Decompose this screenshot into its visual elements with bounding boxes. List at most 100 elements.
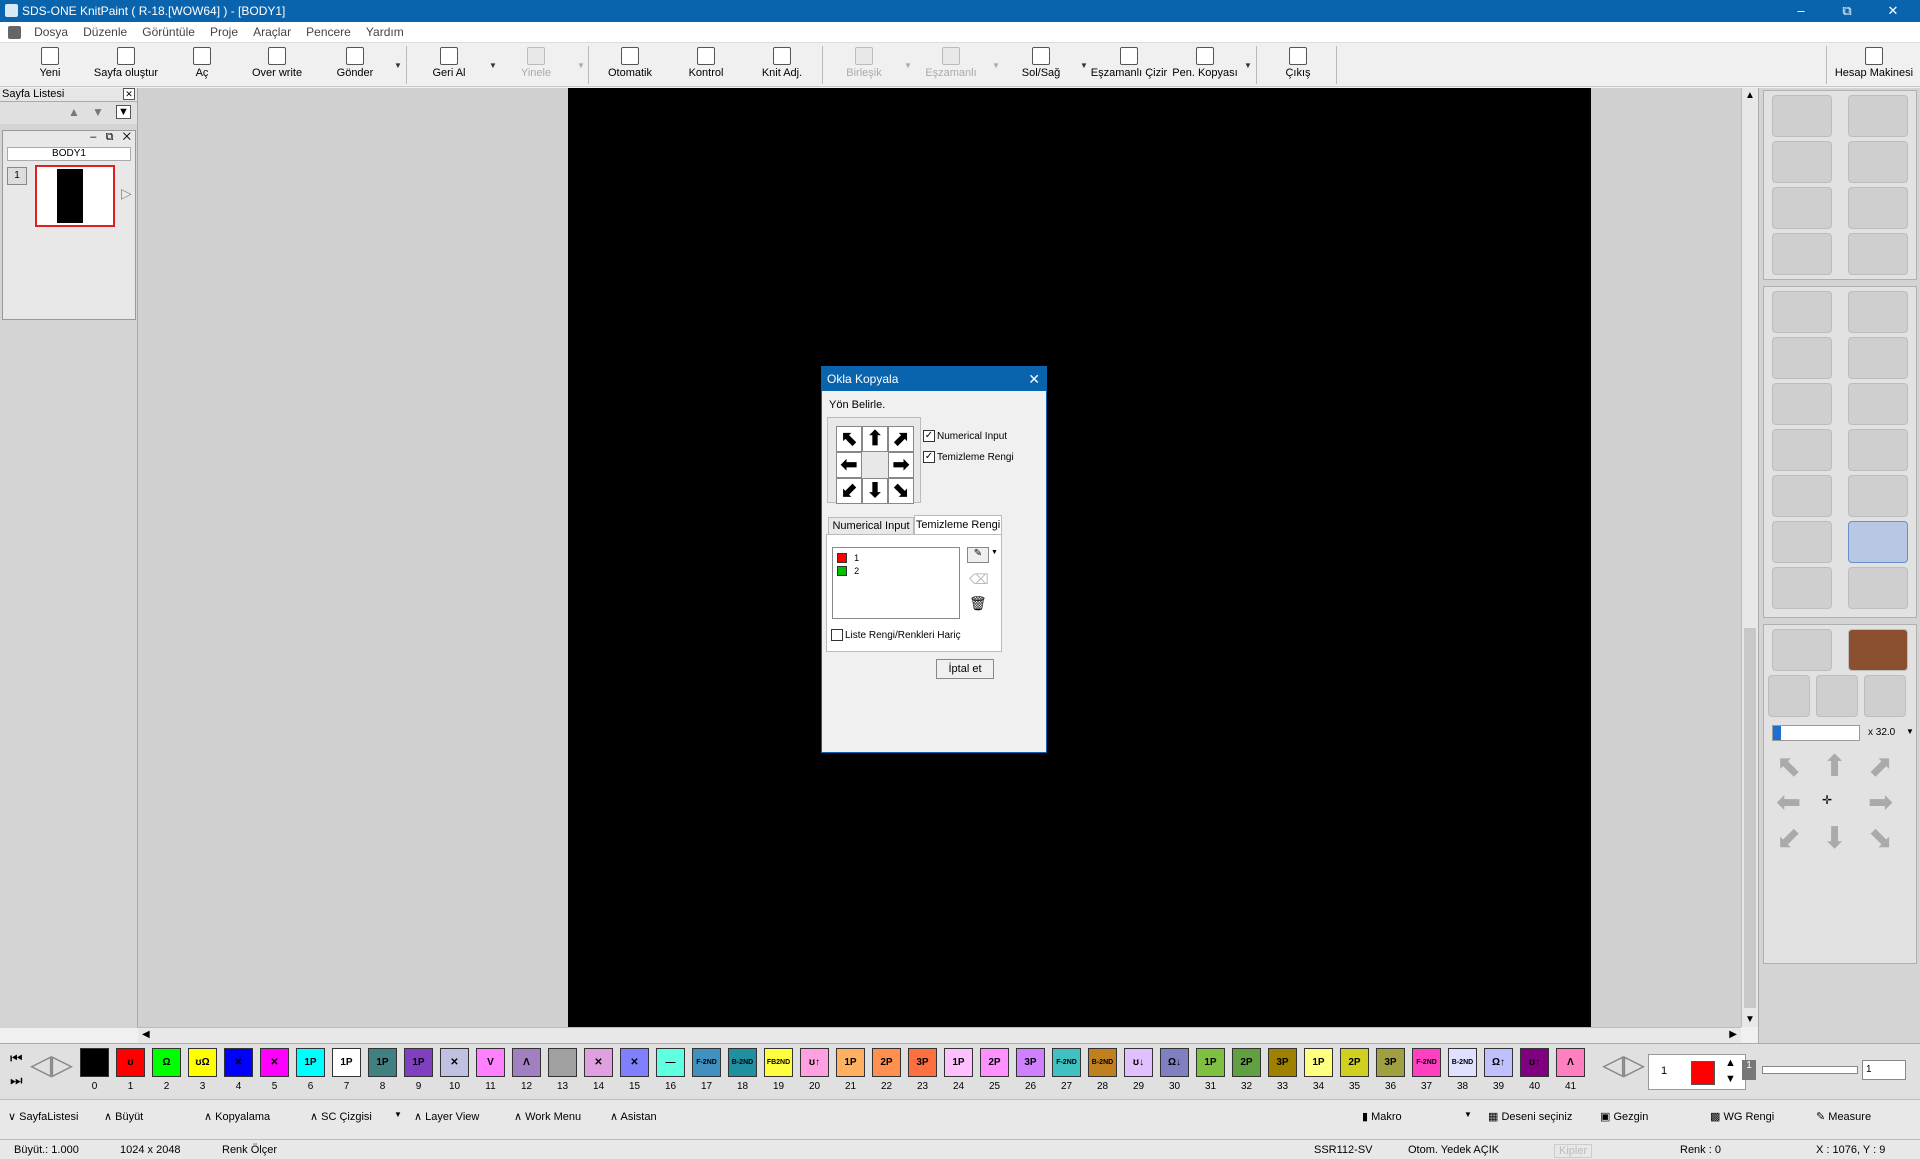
color-swatch[interactable]: ✕ (440, 1048, 469, 1077)
color-swatch[interactable]: Λ (512, 1048, 541, 1077)
color-pick-button[interactable]: ✎ (967, 547, 989, 563)
color-swatch[interactable]: 3P (908, 1048, 937, 1077)
color-swatch[interactable]: ✕ (620, 1048, 649, 1077)
vscroll-thumb[interactable] (1744, 628, 1756, 1008)
nav-up-left-icon[interactable]: ⬉ (1776, 749, 1801, 784)
palette-first-icon[interactable]: ⏮ (10, 1050, 23, 1067)
palette-scroll-icon[interactable]: ◁▷ (1602, 1048, 1645, 1081)
color-swatch[interactable]: 1P (944, 1048, 973, 1077)
measure-button[interactable]: ✎ Measure (1816, 1110, 1871, 1123)
zoom-dropdown-icon[interactable]: ▼ (1906, 727, 1914, 736)
color-swatch[interactable] (548, 1048, 577, 1077)
color-swatch[interactable]: Ω (152, 1048, 181, 1077)
page-thumbnail[interactable] (35, 165, 115, 227)
window-copy-button[interactable]: Pen. Kopyası (1170, 45, 1240, 85)
navigator-button[interactable]: ▣ Gezgin (1600, 1110, 1648, 1123)
palette-last-icon[interactable]: ⏭ (10, 1072, 23, 1089)
menu-yardim[interactable]: Yardım (360, 22, 410, 42)
menu-goruntule[interactable]: Görüntüle (136, 22, 201, 42)
create-page-button[interactable]: Sayfa oluştur (88, 45, 164, 85)
color-swatch[interactable]: F-2ND (692, 1048, 721, 1077)
send-button[interactable]: Gönder (330, 45, 380, 85)
arrow-copy-active-tool-icon[interactable] (1848, 521, 1908, 563)
undo-button[interactable]: Geri Al (424, 45, 474, 85)
frame-tool-icon[interactable] (1772, 567, 1832, 609)
arrow-up-right-button[interactable]: ⬈ (888, 426, 914, 452)
list-item[interactable]: 1 (837, 552, 859, 564)
select-pattern-button[interactable]: ▦ Deseni seçiniz (1488, 1110, 1572, 1123)
clear-color-checkbox[interactable]: ✓ (923, 451, 935, 463)
sc-line-dropdown-icon[interactable]: ▼ (394, 1110, 402, 1119)
color-swatch[interactable]: 1P (1196, 1048, 1225, 1077)
open-button[interactable]: Aç (182, 45, 222, 85)
nav-down-right-icon[interactable]: ⬊ (1868, 821, 1893, 856)
nav-up-icon[interactable]: ⬆ (1822, 749, 1847, 784)
redo-button[interactable]: Yinele (511, 45, 561, 85)
fill-tool-icon[interactable] (1848, 429, 1908, 471)
cancel-button[interactable]: İptal et (936, 659, 994, 679)
color-swatch[interactable]: 1P (332, 1048, 361, 1077)
control-button[interactable]: Kontrol (680, 45, 732, 85)
thumb-minimize-icon[interactable]: – (90, 131, 96, 143)
arrow-down-button[interactable]: ⬇ (862, 478, 888, 504)
freehand-tool-icon[interactable] (1848, 291, 1908, 333)
size-input[interactable]: 1 (1862, 1060, 1906, 1080)
macro-dropdown-icon[interactable]: ▼ (1464, 1110, 1472, 1119)
color-swatch[interactable]: B-2ND (1088, 1048, 1117, 1077)
layer-view-toggle[interactable]: ∧ Layer View (414, 1110, 479, 1123)
page-list-menu-icon[interactable]: ▼ (116, 105, 131, 119)
page-down-icon[interactable]: ▼ (92, 105, 104, 119)
macro-button[interactable]: ▮ Makro (1362, 1110, 1402, 1123)
pen-tool-icon[interactable] (1772, 95, 1832, 137)
color-swatch[interactable]: ʊΩ (188, 1048, 217, 1077)
dialog-close-icon[interactable]: ✕ (1028, 367, 1040, 391)
exclude-list-checkbox[interactable] (831, 629, 843, 641)
trash-icon[interactable]: 🗑 (969, 595, 987, 612)
arrow-up-left-button[interactable]: ⬉ (836, 426, 862, 452)
scroll-down-icon[interactable]: ▼ (1745, 1014, 1755, 1025)
vertical-scrollbar[interactable]: ▲ ▼ (1741, 88, 1758, 1027)
arrow-right-button[interactable]: ➡ (888, 452, 914, 478)
color-swatch[interactable]: 1P (368, 1048, 397, 1077)
calculator-button[interactable]: Hesap Makinesi (1832, 45, 1916, 85)
horizontal-scrollbar[interactable]: ◀ ▶ (138, 1027, 1741, 1043)
color-swatch[interactable]: 2P (980, 1048, 1009, 1077)
menu-duzenle[interactable]: Düzenle (77, 22, 133, 42)
merge-button[interactable]: Birleşik (838, 45, 890, 85)
numbers-tool-icon[interactable] (1848, 95, 1908, 137)
color-swatch[interactable]: 1P (404, 1048, 433, 1077)
color-swatch[interactable]: 2P (1232, 1048, 1261, 1077)
arrow-copy-tool-icon[interactable] (1772, 521, 1832, 563)
palette-prev-icon[interactable]: ◁▷ (30, 1048, 73, 1081)
menu-dosya[interactable]: Dosya (28, 22, 74, 42)
color-swatch[interactable]: ʊ↑ (800, 1048, 829, 1077)
eraser-icon[interactable]: ⌫ (969, 571, 989, 588)
color-swatch[interactable] (80, 1048, 109, 1077)
move-tool-icon[interactable] (1772, 429, 1832, 471)
line-tool-icon[interactable] (1772, 291, 1832, 333)
color-swatch[interactable]: 1P (296, 1048, 325, 1077)
grid-view-icon[interactable] (1848, 629, 1908, 671)
color-swatch[interactable]: ✕ (584, 1048, 613, 1077)
color-swatch[interactable]: V (476, 1048, 505, 1077)
knit-adj-button[interactable]: Knit Adj. (754, 45, 810, 85)
scroll-up-icon[interactable]: ▲ (1745, 90, 1755, 101)
zoom-out-icon[interactable] (1768, 675, 1810, 717)
sync-dropdown-icon[interactable]: ▼ (992, 61, 1000, 70)
nav-up-right-icon[interactable]: ⬈ (1868, 749, 1893, 784)
color-swatch[interactable]: Λ (1556, 1048, 1585, 1077)
edit-tool-icon[interactable] (1772, 233, 1832, 275)
page-list-close-icon[interactable]: ✕ (123, 88, 135, 100)
color-swatch[interactable]: 2P (872, 1048, 901, 1077)
nav-right-icon[interactable]: ➡ (1868, 785, 1893, 820)
scroll-left-icon[interactable]: ◀ (142, 1029, 150, 1040)
pan-icon[interactable] (1816, 675, 1858, 717)
exit-button[interactable]: Çıkış (1280, 45, 1316, 85)
color-swatch[interactable]: 3P (1376, 1048, 1405, 1077)
nav-down-left-icon[interactable]: ⬋ (1776, 821, 1801, 856)
arrow-left-button[interactable]: ⬅ (836, 452, 862, 478)
list-item[interactable]: 2 (837, 565, 859, 577)
minimize-button[interactable]: – (1778, 0, 1824, 22)
menu-araclar[interactable]: Araçlar (247, 22, 297, 42)
pattern-tool-icon[interactable] (1772, 475, 1832, 517)
